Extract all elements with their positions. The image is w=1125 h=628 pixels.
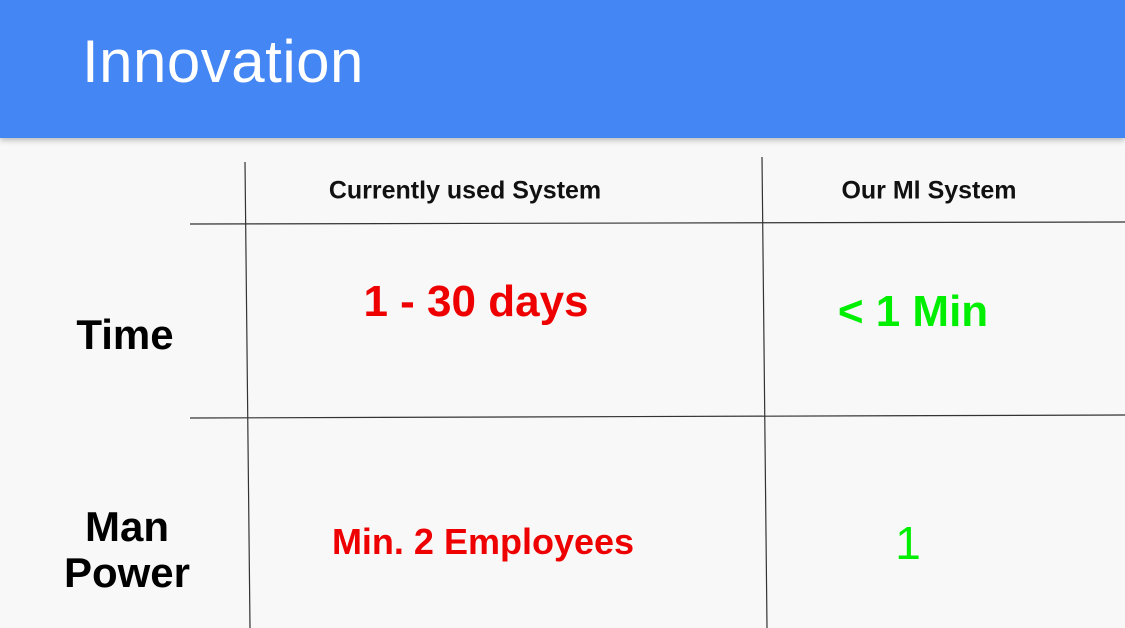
grid-line-vertical-1 — [244, 161, 251, 628]
row-header-man-power: Man Power — [63, 503, 191, 596]
column-header-current-system: Currently used System — [328, 176, 602, 205]
cell-time-current-system: 1 - 30 days — [363, 277, 589, 326]
grid-line-vertical-2 — [761, 156, 768, 628]
cell-time-ml-system: < 1 Min — [837, 287, 989, 336]
cell-manpower-ml-system: 1 — [895, 517, 921, 569]
grid-line-horizontal-1 — [189, 221, 1125, 225]
grid-line-horizontal-2 — [189, 414, 1125, 419]
column-header-ml-system: Our Ml System — [841, 176, 1017, 205]
row-header-time: Time — [76, 311, 174, 358]
cell-manpower-current-system: Min. 2 Employees — [331, 521, 635, 562]
